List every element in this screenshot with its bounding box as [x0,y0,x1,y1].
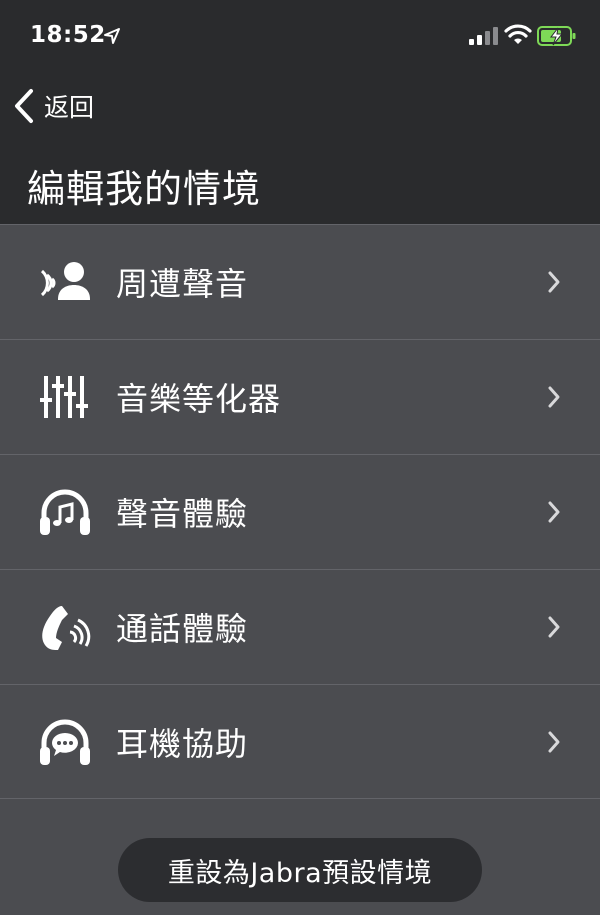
menu-item-label: 聲音體驗 [116,495,249,533]
headphones-chat-icon [40,719,90,765]
menu-item-headset-assistance[interactable]: 耳機協助 [0,684,600,799]
chevron-right-icon [548,616,560,638]
chevron-right-icon [548,271,560,293]
chevron-right-icon [548,731,560,753]
chevron-right-icon [548,386,560,408]
menu-item-label: 音樂等化器 [116,380,282,418]
header: 18:52 返回 編輯我的情境 [0,0,600,224]
wifi-icon [504,24,532,44]
menu-item-label: 耳機協助 [116,725,249,763]
page-title: 編輯我的情境 [27,167,262,211]
menu-item-label: 周遭聲音 [116,265,249,303]
menu-item-call-experience[interactable]: 通話體驗 [0,569,600,684]
menu-item-hear-through[interactable]: 周遭聲音 [0,224,600,339]
chevron-right-icon [548,501,560,523]
back-button[interactable]: 返回 [12,86,122,126]
hear-through-person-icon [40,262,90,300]
menu-item-sound-experience[interactable]: 聲音體驗 [0,454,600,569]
location-arrow-icon [104,28,120,44]
cellular-signal-icon [469,27,498,45]
phone-call-icon [42,606,91,650]
equalizer-sliders-icon [40,376,88,418]
menu-item-music-equalizer[interactable]: 音樂等化器 [0,339,600,454]
status-time: 18:52 [30,22,106,48]
status-bar: 18:52 [0,0,600,70]
reset-to-default-button[interactable]: 重設為Jabra預設情境 [118,838,482,902]
back-label: 返回 [44,93,95,122]
menu-item-label: 通話體驗 [116,610,249,648]
settings-menu-list: 周遭聲音 音樂等化器 聲音體驗 通話體驗 耳機協助 [0,224,600,799]
battery-charging-icon [537,26,576,46]
chevron-left-icon [15,89,33,123]
headphones-music-icon [40,489,90,535]
